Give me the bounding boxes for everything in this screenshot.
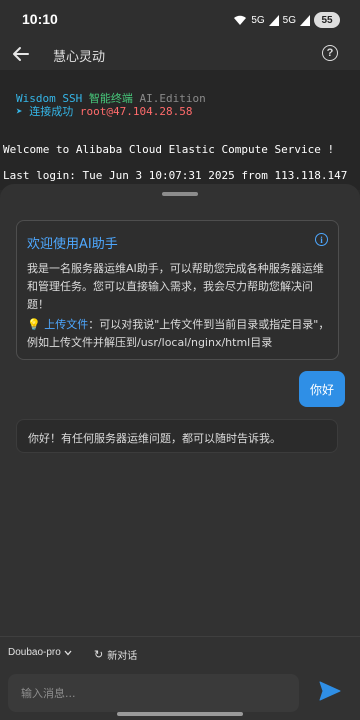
terminal-last-login: Last login: Tue Jun 3 10:07:31 2025 from… — [3, 169, 348, 182]
send-icon — [319, 681, 341, 701]
sheet-drag-handle[interactable] — [162, 192, 198, 196]
lightbulb-icon: 💡 — [27, 318, 41, 331]
wifi-icon — [234, 15, 247, 25]
status-icons: 5G 5G 55 — [233, 12, 340, 28]
terminal-host: root@47.104.28.58 — [79, 105, 193, 118]
refresh-icon: ↻ — [94, 648, 104, 661]
chevron-down-icon — [64, 650, 72, 655]
arrow-right-icon: ➤ — [16, 105, 23, 118]
page-title: 慧心灵动 — [53, 50, 106, 65]
ai-assistant-sheet: 欢迎使用AI助手 i 我是一名服务器运维AI助手，可以帮助您完成各种服务器运维和… — [0, 184, 360, 720]
new-chat-button[interactable]: ↻ 新对话 — [94, 647, 137, 662]
model-name: Doubao-pro — [8, 647, 61, 658]
terminal-output[interactable]: Wisdom SSH 智能终端 AI.Edition ➤ 连接成功 root@4… — [0, 70, 360, 190]
back-button[interactable] — [10, 43, 32, 65]
assistant-message-bubble: 你好！有任何服务器运维问题，都可以随时告诉我。 — [16, 419, 338, 453]
upload-file-link[interactable]: 上传文件 — [44, 318, 88, 331]
model-selector[interactable]: Doubao-pro — [8, 647, 72, 658]
welcome-title: 欢迎使用AI助手 — [27, 237, 118, 252]
divider — [0, 636, 360, 637]
welcome-tip: 💡 上传文件：可以对我说"上传文件到当前目录或指定目录"，例如上传文件并解压到/… — [27, 316, 332, 352]
user-message-bubble: 你好 — [299, 371, 345, 407]
status-time: 10:10 — [22, 11, 58, 27]
home-indicator — [117, 712, 243, 716]
welcome-description: 我是一名服务器运维AI助手，可以帮助您完成各种服务器运维和管理任务。您可以直接输… — [27, 262, 324, 311]
connection-status: 连接成功 — [29, 105, 74, 118]
signal-icon — [300, 14, 310, 26]
signal-label-2: 5G — [282, 14, 296, 26]
info-icon[interactable]: i — [315, 233, 328, 246]
signal-icon — [268, 14, 279, 26]
status-bar: 10:10 5G 5G 55 — [0, 0, 360, 40]
battery-icon: 55 — [314, 12, 340, 28]
terminal-connection: ➤ 连接成功 root@47.104.28.58 — [16, 103, 192, 119]
new-chat-label: 新对话 — [107, 651, 138, 662]
welcome-card: 欢迎使用AI助手 i 我是一名服务器运维AI助手，可以帮助您完成各种服务器运维和… — [16, 220, 339, 360]
app-bar: 慧心灵动 ? — [0, 40, 360, 70]
terminal-welcome-line: Welcome to Alibaba Cloud Elastic Compute… — [3, 143, 335, 156]
help-button[interactable]: ? — [322, 45, 338, 61]
message-input[interactable] — [8, 674, 299, 712]
send-button[interactable] — [318, 679, 342, 703]
signal-label-1: 5G — [251, 14, 265, 26]
